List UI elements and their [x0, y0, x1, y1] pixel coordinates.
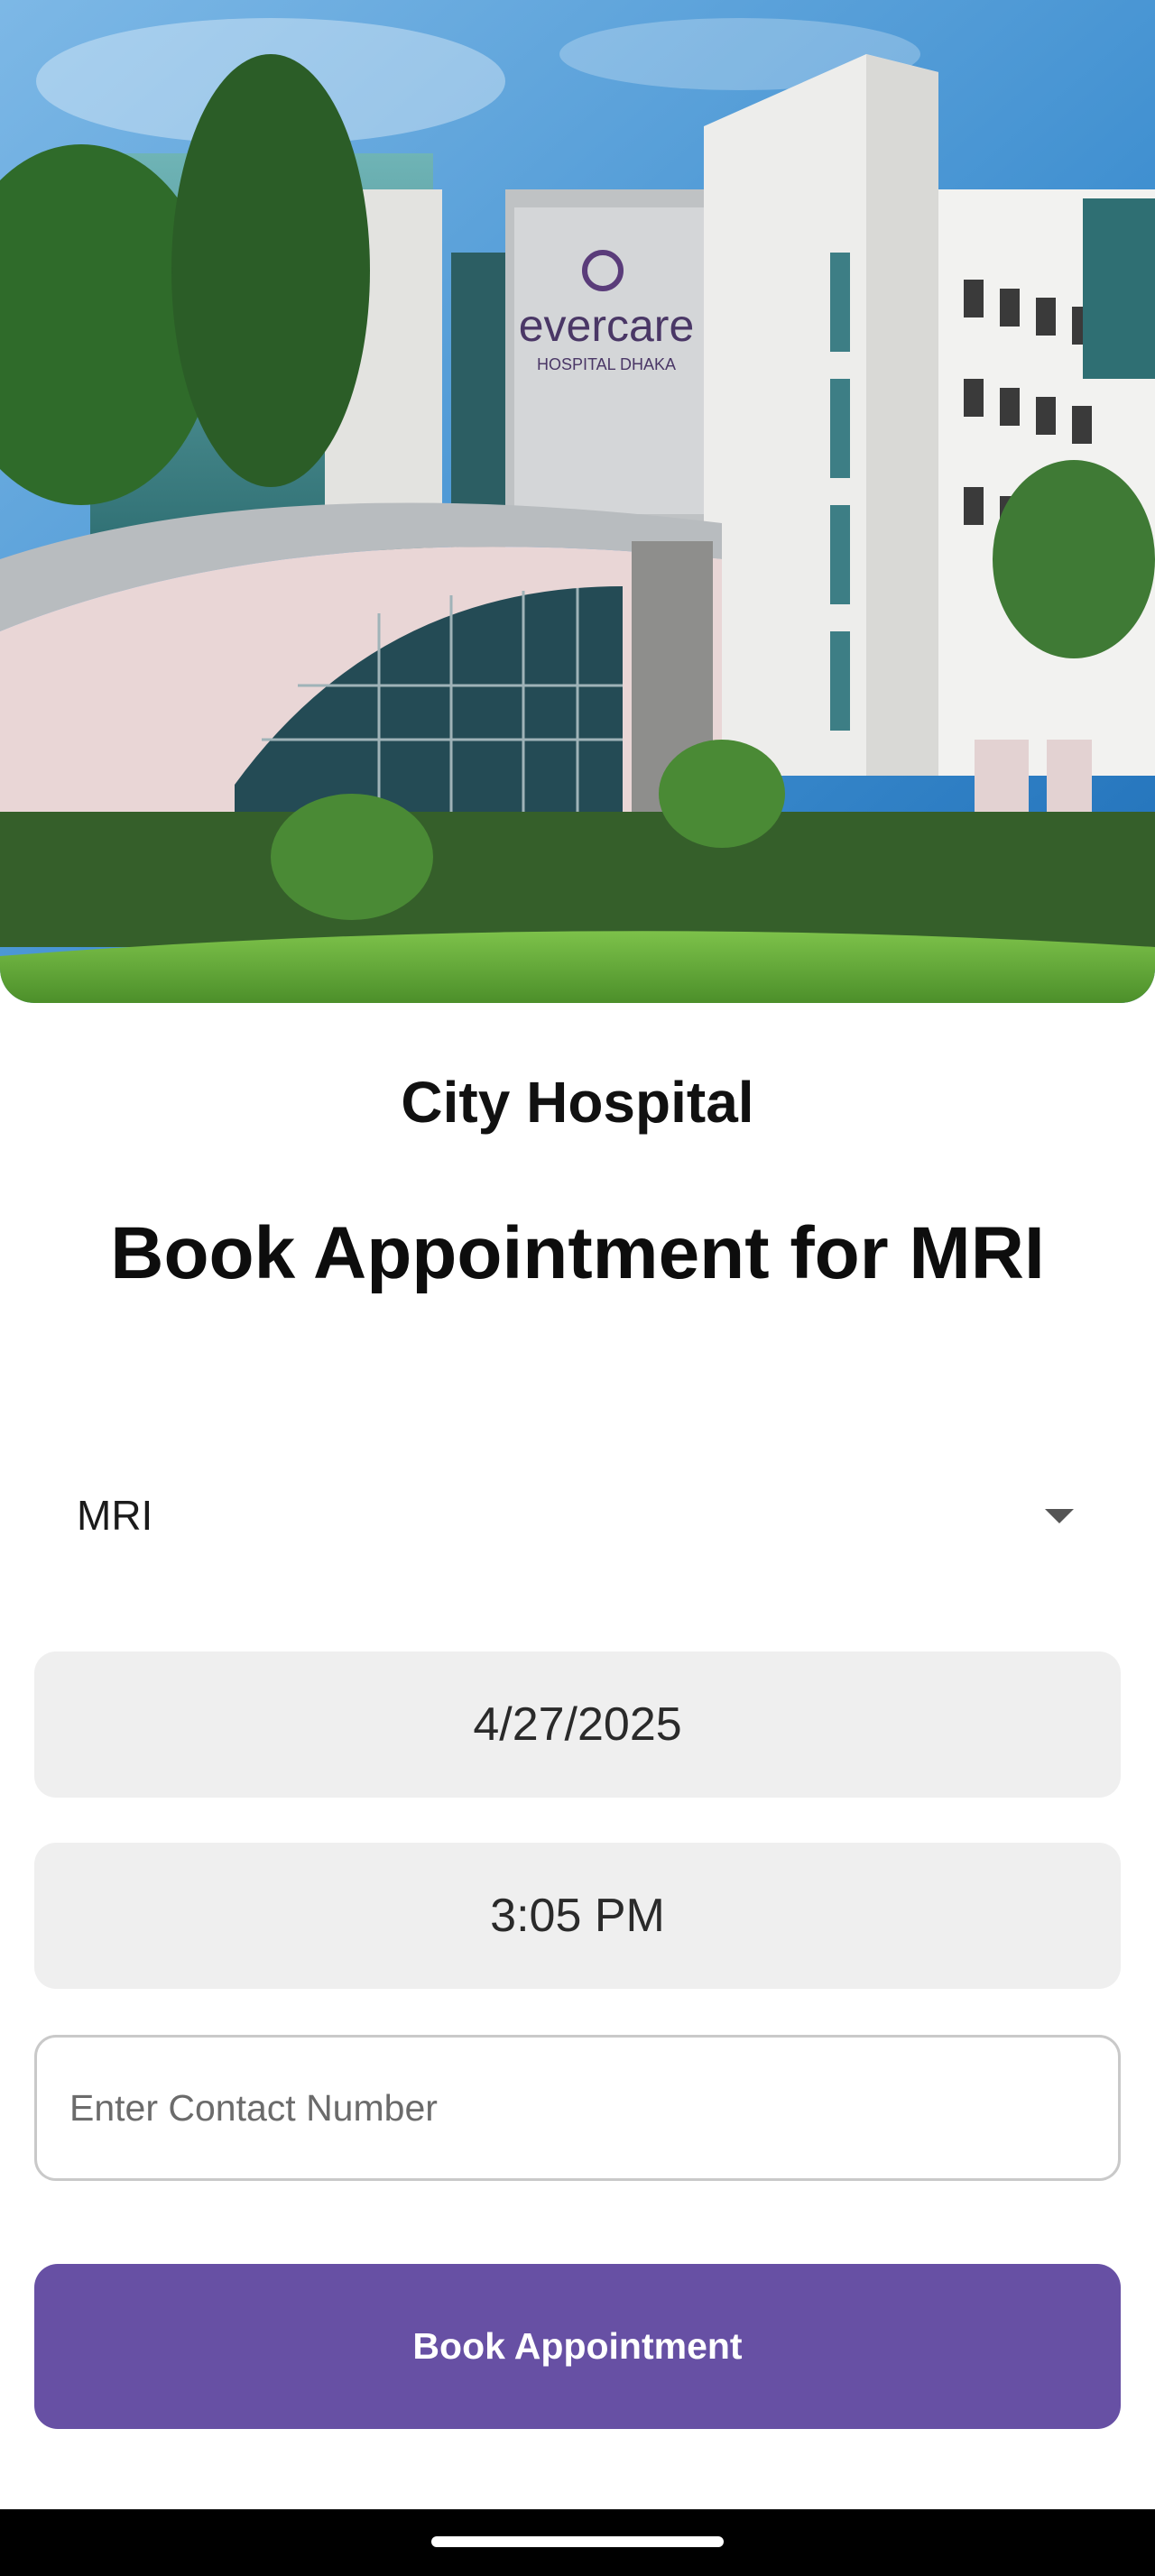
hospital-photo: evercare HOSPITAL DHAKA	[0, 0, 1155, 1003]
time-picker-button[interactable]: 3:05 PM	[34, 1843, 1121, 1989]
home-indicator[interactable]	[431, 2536, 724, 2547]
contact-number-input[interactable]	[34, 2035, 1121, 2181]
brand-logo-text: evercare	[519, 300, 695, 351]
date-value: 4/27/2025	[473, 1698, 682, 1751]
date-picker-button[interactable]: 4/27/2025	[34, 1651, 1121, 1798]
dropdown-arrow-icon	[1045, 1509, 1074, 1523]
test-type-selected: MRI	[77, 1492, 153, 1539]
page-title: Book Appointment for MRI	[110, 1212, 1045, 1294]
time-value: 3:05 PM	[490, 1890, 665, 1942]
hospital-name: City Hospital	[401, 1070, 754, 1135]
book-appointment-button[interactable]: Book Appointment	[34, 2264, 1121, 2429]
brand-logo-subtext: HOSPITAL DHAKA	[537, 355, 676, 373]
test-type-dropdown[interactable]: MRI	[34, 1461, 1121, 1569]
